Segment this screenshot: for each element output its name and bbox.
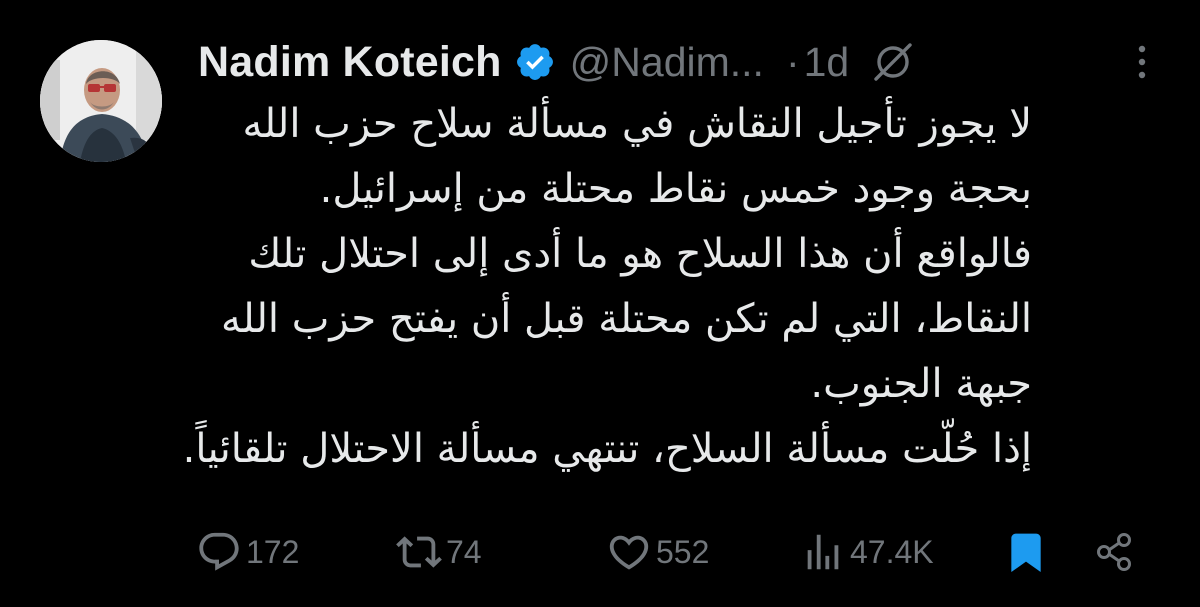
share-icon	[1097, 533, 1131, 571]
avatar[interactable]	[40, 40, 162, 162]
reply-count: 172	[246, 533, 300, 570]
bookmark-icon	[1011, 533, 1041, 573]
separator-dot: ·	[785, 38, 800, 85]
like-button[interactable]: 552	[606, 524, 709, 580]
tweet-body-line: بحجة وجود خمس نقاط محتلة من إسرائيل.	[319, 166, 1032, 212]
tweet-body-line: النقاط، التي لم تكن محتلة قبل أن يفتح حز…	[221, 296, 1032, 342]
author-name[interactable]: Nadim Koteich	[198, 38, 502, 87]
tweet-body-line: لا يجوز تأجيل النقاش في مسألة سلاح حزب ا…	[242, 101, 1032, 147]
tweet-body: لا يجوز تأجيل النقاش في مسألة سلاح حزب ا…	[182, 92, 1032, 482]
share-button[interactable]	[1092, 524, 1136, 580]
tweet-body-line: فالواقع أن هذا السلاح هو ما أدى إلى احتل…	[248, 231, 1032, 277]
views-button[interactable]: 47.4K	[800, 524, 934, 580]
repost-count: 74	[446, 533, 482, 570]
grok-icon[interactable]	[871, 40, 915, 84]
repost-icon	[396, 536, 442, 568]
tweet-timestamp[interactable]: 1d	[804, 39, 850, 86]
like-count: 552	[656, 533, 710, 570]
action-bar: 172 74 552 47.4K	[196, 524, 1156, 580]
reply-icon	[199, 532, 239, 571]
reply-button[interactable]: 172	[196, 524, 299, 580]
tweet-body-line: جبهة الجنوب.	[810, 361, 1032, 407]
verified-badge-icon	[514, 41, 556, 83]
author-handle[interactable]: @Nadim...	[570, 39, 764, 86]
tweet-body-line: إذا حُلّت مسألة السلاح، تنتهي مسألة الاح…	[182, 426, 1032, 472]
bookmark-button[interactable]	[1004, 524, 1048, 580]
views-chart-icon	[807, 534, 839, 570]
heart-icon	[609, 535, 649, 570]
more-options-icon[interactable]	[1132, 40, 1152, 84]
avatar-photo	[40, 40, 162, 162]
tweet-header: Nadim Koteich @Nadim... · 1d	[198, 34, 1160, 90]
tweet: Nadim Koteich @Nadim... · 1d لا يجوز تأج…	[0, 0, 1200, 607]
repost-button[interactable]: 74	[396, 524, 482, 580]
views-count: 47.4K	[850, 533, 934, 570]
